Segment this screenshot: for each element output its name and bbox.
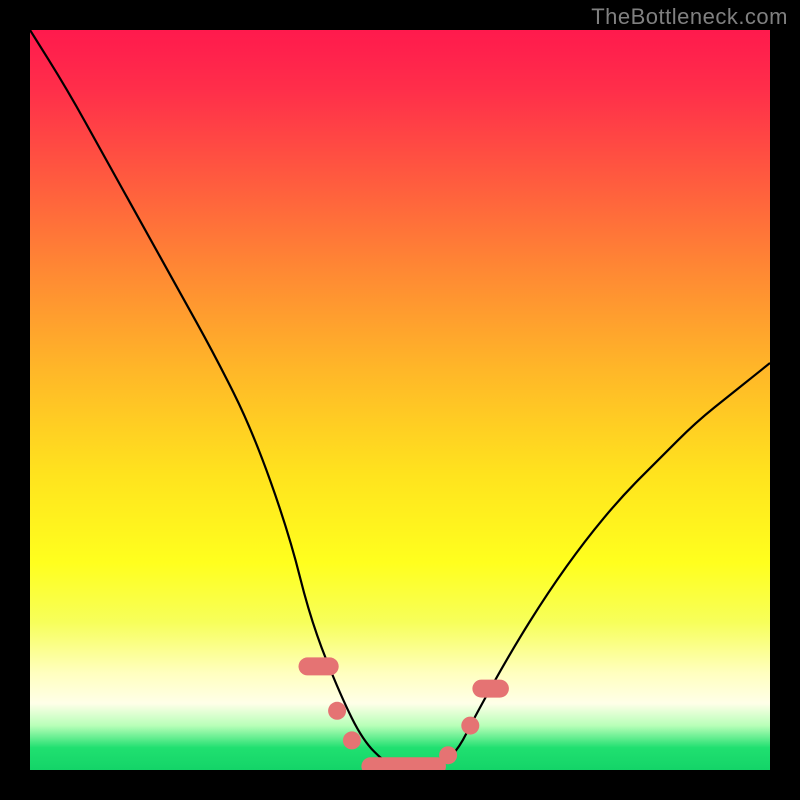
bottleneck-curve bbox=[30, 30, 770, 770]
plot-area bbox=[30, 30, 770, 770]
curve-marker-pill bbox=[299, 657, 339, 675]
watermark-text: TheBottleneck.com bbox=[591, 4, 788, 30]
curve-marker-pill bbox=[361, 757, 446, 770]
curve-marker bbox=[439, 746, 457, 764]
curve-marker-pill bbox=[472, 680, 509, 698]
chart-frame: TheBottleneck.com bbox=[0, 0, 800, 800]
curve-marker bbox=[343, 731, 361, 749]
curve-marker bbox=[328, 702, 346, 720]
curve-marker bbox=[461, 717, 479, 735]
curve-svg bbox=[30, 30, 770, 770]
